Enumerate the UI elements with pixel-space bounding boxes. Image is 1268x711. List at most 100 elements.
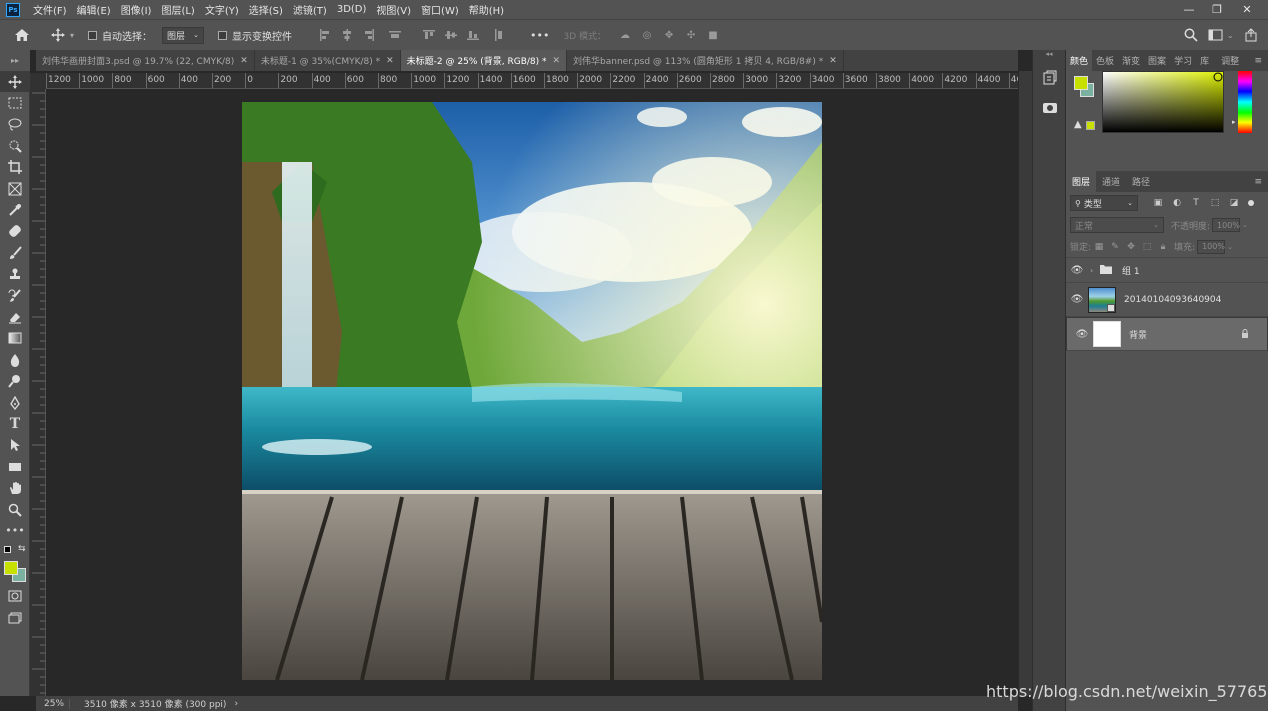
collapse-icon[interactable]: ◂◂ <box>1033 50 1065 60</box>
show-transform-checkbox[interactable] <box>218 30 228 40</box>
layer-row-background[interactable]: 👁︎ 背景 <box>1066 317 1268 351</box>
rectangle-tool[interactable] <box>0 456 30 477</box>
minimize-button[interactable]: — <box>1174 0 1204 19</box>
panel-menu-icon[interactable]: ≡ <box>1254 177 1262 187</box>
lock-icon[interactable] <box>1239 327 1251 341</box>
filter-smart-object-icon[interactable]: ◪ <box>1226 195 1242 211</box>
hue-slider-handle[interactable]: ▸ <box>1232 118 1236 126</box>
align-top-icon[interactable] <box>422 28 436 42</box>
lock-image-icon[interactable]: ✎ <box>1107 239 1123 255</box>
filter-shape-icon[interactable]: ⬚ <box>1207 195 1223 211</box>
layer-row-image[interactable]: 👁︎ 20140104093640904 <box>1066 283 1268 317</box>
color-field[interactable] <box>1102 71 1224 133</box>
filter-toggle-icon[interactable] <box>1248 200 1254 206</box>
gradient-tool[interactable] <box>0 328 30 349</box>
move-tool-preset-icon[interactable]: ▾ <box>50 27 74 43</box>
out-of-gamut-icon[interactable]: ▲ <box>1074 119 1082 130</box>
tab-document-3[interactable]: 未标题-2 @ 25% (背景, RGB/8) * ✕ <box>400 50 568 71</box>
vertical-ruler[interactable] <box>30 89 46 696</box>
layer-name[interactable]: 组 1 <box>1122 264 1140 277</box>
move-tool[interactable] <box>0 71 30 93</box>
auto-select-checkbox[interactable] <box>88 30 98 40</box>
3d-slide-icon[interactable]: ✣ <box>684 28 698 42</box>
tab-libraries[interactable]: 库 <box>1196 50 1213 71</box>
menu-select[interactable]: 选择(S) <box>244 2 288 17</box>
foreground-color-swatch[interactable] <box>1074 76 1088 90</box>
menu-file[interactable]: 文件(F) <box>28 2 72 17</box>
3d-roll-icon[interactable]: ◎ <box>640 28 654 42</box>
blend-mode-dropdown[interactable]: 正常 ⌄ <box>1070 217 1164 233</box>
tab-document-4[interactable]: 刘伟华banner.psd @ 113% (圆角矩形 1 拷贝 4, RGB/8… <box>567 50 844 71</box>
tab-paths[interactable]: 路径 <box>1126 171 1156 192</box>
vertical-scrollbar[interactable] <box>1018 71 1032 696</box>
canvas-area[interactable] <box>46 89 1018 696</box>
brush-tool[interactable] <box>0 242 30 263</box>
type-tool[interactable]: T <box>0 413 30 434</box>
crop-tool[interactable] <box>0 157 30 178</box>
hue-slider[interactable] <box>1238 71 1252 133</box>
layer-name[interactable]: 20140104093640904 <box>1124 295 1221 305</box>
edit-toolbar-icon[interactable]: ••• <box>0 520 30 541</box>
tab-document-2[interactable]: 未标题-1 @ 35%(CMYK/8) * ✕ <box>254 50 401 71</box>
horizontal-ruler[interactable]: 1200 1000 800 600 400 200 0 200 400 600 800 1000 120… <box>46 73 1018 89</box>
auto-select-toggle[interactable]: 自动选择： <box>88 28 152 43</box>
filter-pixel-icon[interactable]: ▣ <box>1150 195 1166 211</box>
chevron-right-icon[interactable]: › <box>1090 266 1100 275</box>
auto-select-dropdown[interactable]: 图层 ⌄ <box>162 26 205 44</box>
tab-learn[interactable]: 学习 <box>1170 50 1196 71</box>
quick-mask-icon[interactable] <box>0 586 30 607</box>
tab-layers[interactable]: 图层 <box>1066 171 1097 192</box>
tab-gradients[interactable]: 渐变 <box>1118 50 1144 71</box>
visibility-eye-icon[interactable]: 👁︎ <box>1066 294 1088 305</box>
layer-filter-dropdown[interactable]: ⚲ 类型 ⌄ <box>1070 195 1138 211</box>
marquee-tool[interactable] <box>0 92 30 113</box>
frame-tool[interactable] <box>0 178 30 199</box>
visibility-eye-icon[interactable]: 👁︎ <box>1066 265 1088 276</box>
align-right-icon[interactable] <box>362 28 376 42</box>
quick-selection-tool[interactable] <box>0 135 30 156</box>
align-bottom-icon[interactable] <box>466 28 480 42</box>
tab-color[interactable]: 颜色 <box>1066 50 1093 71</box>
screen-mode-icon[interactable] <box>0 607 30 628</box>
close-icon[interactable]: ✕ <box>829 56 837 66</box>
lock-transparent-icon[interactable]: ▦ <box>1091 239 1107 255</box>
lock-all-icon[interactable]: 🔒︎ <box>1155 239 1171 255</box>
eyedropper-tool[interactable] <box>0 199 30 220</box>
panel-menu-icon[interactable]: ≡ <box>1254 56 1262 66</box>
zoom-level[interactable]: 25% <box>44 698 70 709</box>
close-icon[interactable]: ✕ <box>240 56 248 66</box>
share-icon[interactable] <box>1244 28 1258 42</box>
menu-image[interactable]: 图像(I) <box>116 2 157 17</box>
properties-panel-icon[interactable] <box>1035 94 1065 122</box>
hand-tool[interactable] <box>0 477 30 498</box>
workspace-icon[interactable]: ⌄ <box>1208 28 1234 42</box>
lock-position-icon[interactable]: ✥ <box>1123 239 1139 255</box>
align-center-icon[interactable] <box>340 28 354 42</box>
close-button[interactable]: ✕ <box>1232 0 1262 19</box>
lock-artboard-icon[interactable]: ⬚ <box>1139 239 1155 255</box>
blur-tool[interactable] <box>0 349 30 370</box>
menu-window[interactable]: 窗口(W) <box>416 2 464 17</box>
align-left-icon[interactable] <box>318 28 332 42</box>
chevron-down-icon[interactable]: ⌄ <box>1227 243 1233 251</box>
layer-name[interactable]: 背景 <box>1129 328 1147 341</box>
3d-camera-icon[interactable]: ■ <box>706 28 720 42</box>
menu-help[interactable]: 帮助(H) <box>464 2 509 17</box>
tab-patterns[interactable]: 图案 <box>1144 50 1170 71</box>
menu-filter[interactable]: 滤镜(T) <box>288 2 332 17</box>
more-options-button[interactable]: ••• <box>530 29 549 42</box>
close-icon[interactable]: ✕ <box>553 56 561 66</box>
distribute-icon[interactable] <box>388 28 402 42</box>
menu-layer[interactable]: 图层(L) <box>156 2 199 17</box>
default-colors-icon[interactable] <box>4 545 11 553</box>
tab-adjustments[interactable]: 调整 <box>1217 50 1243 71</box>
show-transform-toggle[interactable]: 显示变换控件 <box>218 28 292 43</box>
tab-channels[interactable]: 通道 <box>1096 171 1126 192</box>
layer-row-group[interactable]: 👁︎ › 组 1 <box>1066 258 1268 283</box>
home-icon[interactable] <box>14 28 34 42</box>
3d-pan-icon[interactable]: ✥ <box>662 28 676 42</box>
tab-document-1[interactable]: 刘伟华画册封面3.psd @ 19.7% (22, CMYK/8) ✕ <box>36 50 255 71</box>
menu-view[interactable]: 视图(V) <box>371 2 416 17</box>
pen-tool[interactable] <box>0 392 30 413</box>
filter-adjustment-icon[interactable]: ◐ <box>1169 195 1185 211</box>
